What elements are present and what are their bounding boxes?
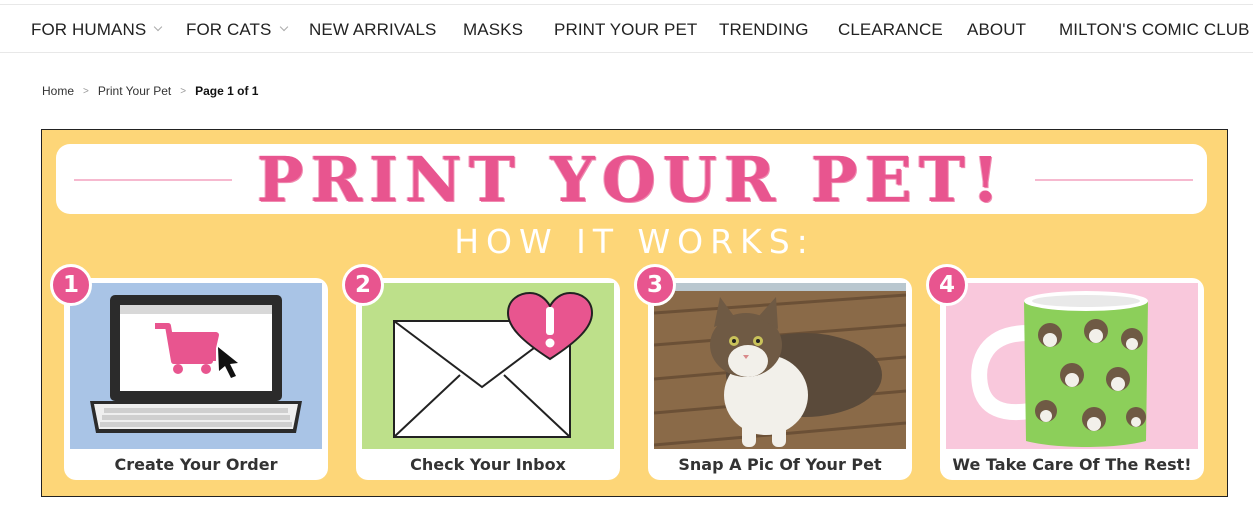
step-card-2: Check Your Inbox 2 <box>342 264 620 480</box>
step-number-badge: 3 <box>634 264 676 306</box>
nav-label: MILTON'S COMIC CLUB <box>1059 19 1250 39</box>
chevron-down-icon <box>279 22 288 32</box>
nav-label: NEW ARRIVALS <box>309 19 437 39</box>
banner-title: PRINT YOUR PET! <box>256 142 1007 216</box>
step-label: Create Your Order <box>114 455 278 474</box>
step-number-badge: 2 <box>342 264 384 306</box>
step-number-badge: 1 <box>50 264 92 306</box>
banner-subtitle: HOW IT WORKS: <box>454 222 815 261</box>
step-label: We Take Care Of The Rest! <box>952 455 1192 474</box>
nav-item-new-arrivals[interactable]: NEW ARRIVALS <box>309 5 436 54</box>
breadcrumb-home-link[interactable]: Home <box>42 84 74 98</box>
step-card-1: Create Your Order 1 <box>50 264 328 480</box>
nav-item-for-humans[interactable]: FOR HUMANS <box>31 5 163 54</box>
envelope-heart-icon <box>362 283 614 449</box>
breadcrumb-separator: > <box>180 85 187 97</box>
breadcrumb-current: Page 1 of 1 <box>195 84 259 98</box>
banner-title-bar: PRINT YOUR PET! <box>56 142 1207 216</box>
breadcrumb: Home > Print Your Pet > Page 1 of 1 <box>42 84 258 98</box>
nav-label: FOR HUMANS <box>31 19 147 39</box>
nav-item-clearance[interactable]: CLEARANCE <box>838 5 943 54</box>
nav-item-print-your-pet[interactable]: PRINT YOUR PET <box>554 5 697 54</box>
nav-label: TRENDING <box>719 19 809 39</box>
breadcrumb-section-link[interactable]: Print Your Pet <box>98 84 171 98</box>
nav-item-for-cats[interactable]: FOR CATS <box>186 5 288 54</box>
chevron-down-icon <box>154 22 163 32</box>
print-your-pet-banner[interactable]: PRINT YOUR PET! HOW IT WORKS: Create You… <box>41 129 1228 497</box>
nav-item-masks[interactable]: MASKS <box>463 5 523 54</box>
step-number-badge: 4 <box>926 264 968 306</box>
nav-label: CLEARANCE <box>838 19 943 39</box>
nav-item-trending[interactable]: TRENDING <box>719 5 809 54</box>
main-navigation: FOR HUMANS FOR CATS NEW ARRIVALS MASKS P… <box>0 4 1253 53</box>
nav-item-about[interactable]: ABOUT <box>967 5 1026 54</box>
nav-item-miltons-comic-club[interactable]: MILTON'S COMIC CLUB <box>1059 5 1250 54</box>
step-label: Snap A Pic Of Your Pet <box>678 455 882 474</box>
step-card-3: Snap A Pic Of Your Pet 3 <box>634 264 912 480</box>
step-card-4: We Take Care Of The Rest! 4 <box>926 264 1204 480</box>
cat-mug-icon <box>946 283 1198 449</box>
nav-label: ABOUT <box>967 19 1027 39</box>
nav-label: PRINT YOUR PET <box>554 19 698 39</box>
step-label: Check Your Inbox <box>410 455 566 474</box>
nav-label: FOR CATS <box>186 19 272 39</box>
cat-photo <box>654 283 906 449</box>
laptop-cart-icon <box>70 283 322 449</box>
nav-label: MASKS <box>463 19 524 39</box>
breadcrumb-separator: > <box>83 85 89 97</box>
